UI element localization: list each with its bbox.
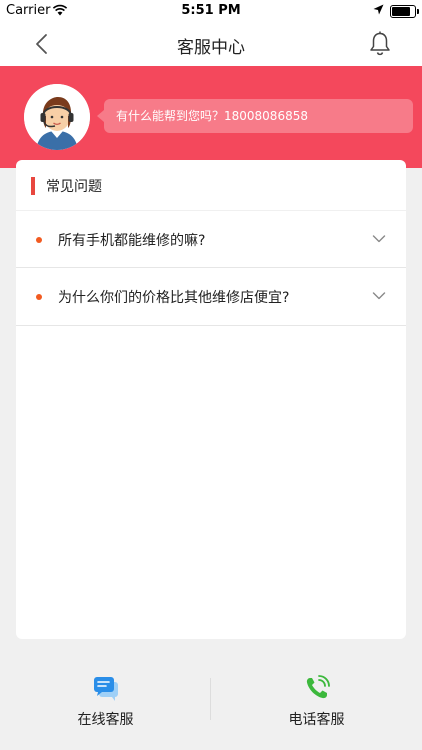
phone-service-button[interactable]: 电话客服 bbox=[211, 660, 422, 750]
bullet-dot-icon bbox=[36, 237, 42, 243]
chevron-down-icon bbox=[372, 235, 386, 243]
page-title: 客服中心 bbox=[177, 38, 245, 58]
faq-item[interactable]: 为什么你们的价格比其他维修店便宜? bbox=[16, 268, 406, 326]
faq-accent-bar bbox=[31, 177, 35, 195]
agent-avatar bbox=[24, 84, 90, 150]
bullet-dot-icon bbox=[36, 294, 42, 300]
online-service-label: 在线客服 bbox=[77, 712, 134, 728]
agent-avatar-icon bbox=[24, 84, 90, 150]
bell-icon[interactable] bbox=[366, 29, 394, 57]
faq-question: 所有手机都能维修的嘛? bbox=[58, 233, 206, 249]
faq-header: 常见问题 bbox=[16, 174, 406, 198]
location-arrow-icon bbox=[373, 4, 384, 15]
faq-card: 常见问题 所有手机都能维修的嘛? 为什么你们的价格比其他维修店便宜? bbox=[16, 160, 406, 639]
status-bar: Carrier 5:51 PM bbox=[0, 0, 422, 22]
battery-icon bbox=[390, 5, 419, 18]
status-time: 5:51 PM bbox=[181, 3, 241, 18]
greeting-bubble: 有什么能帮到您吗？18008086858 bbox=[97, 99, 413, 133]
nav-bar: 客服中心 bbox=[0, 22, 422, 66]
chevron-down-icon bbox=[372, 292, 386, 300]
faq-item[interactable]: 所有手机都能维修的嘛? bbox=[16, 210, 406, 268]
phone-call-icon bbox=[306, 675, 330, 699]
bottom-action-bar: 在线客服 电话客服 bbox=[0, 660, 422, 750]
phone-service-label: 电话客服 bbox=[288, 712, 345, 728]
chat-bubbles-icon bbox=[94, 677, 118, 701]
online-service-button[interactable]: 在线客服 bbox=[0, 660, 211, 750]
faq-question: 为什么你们的价格比其他维修店便宜? bbox=[58, 290, 290, 306]
faq-title: 常见问题 bbox=[46, 179, 102, 195]
